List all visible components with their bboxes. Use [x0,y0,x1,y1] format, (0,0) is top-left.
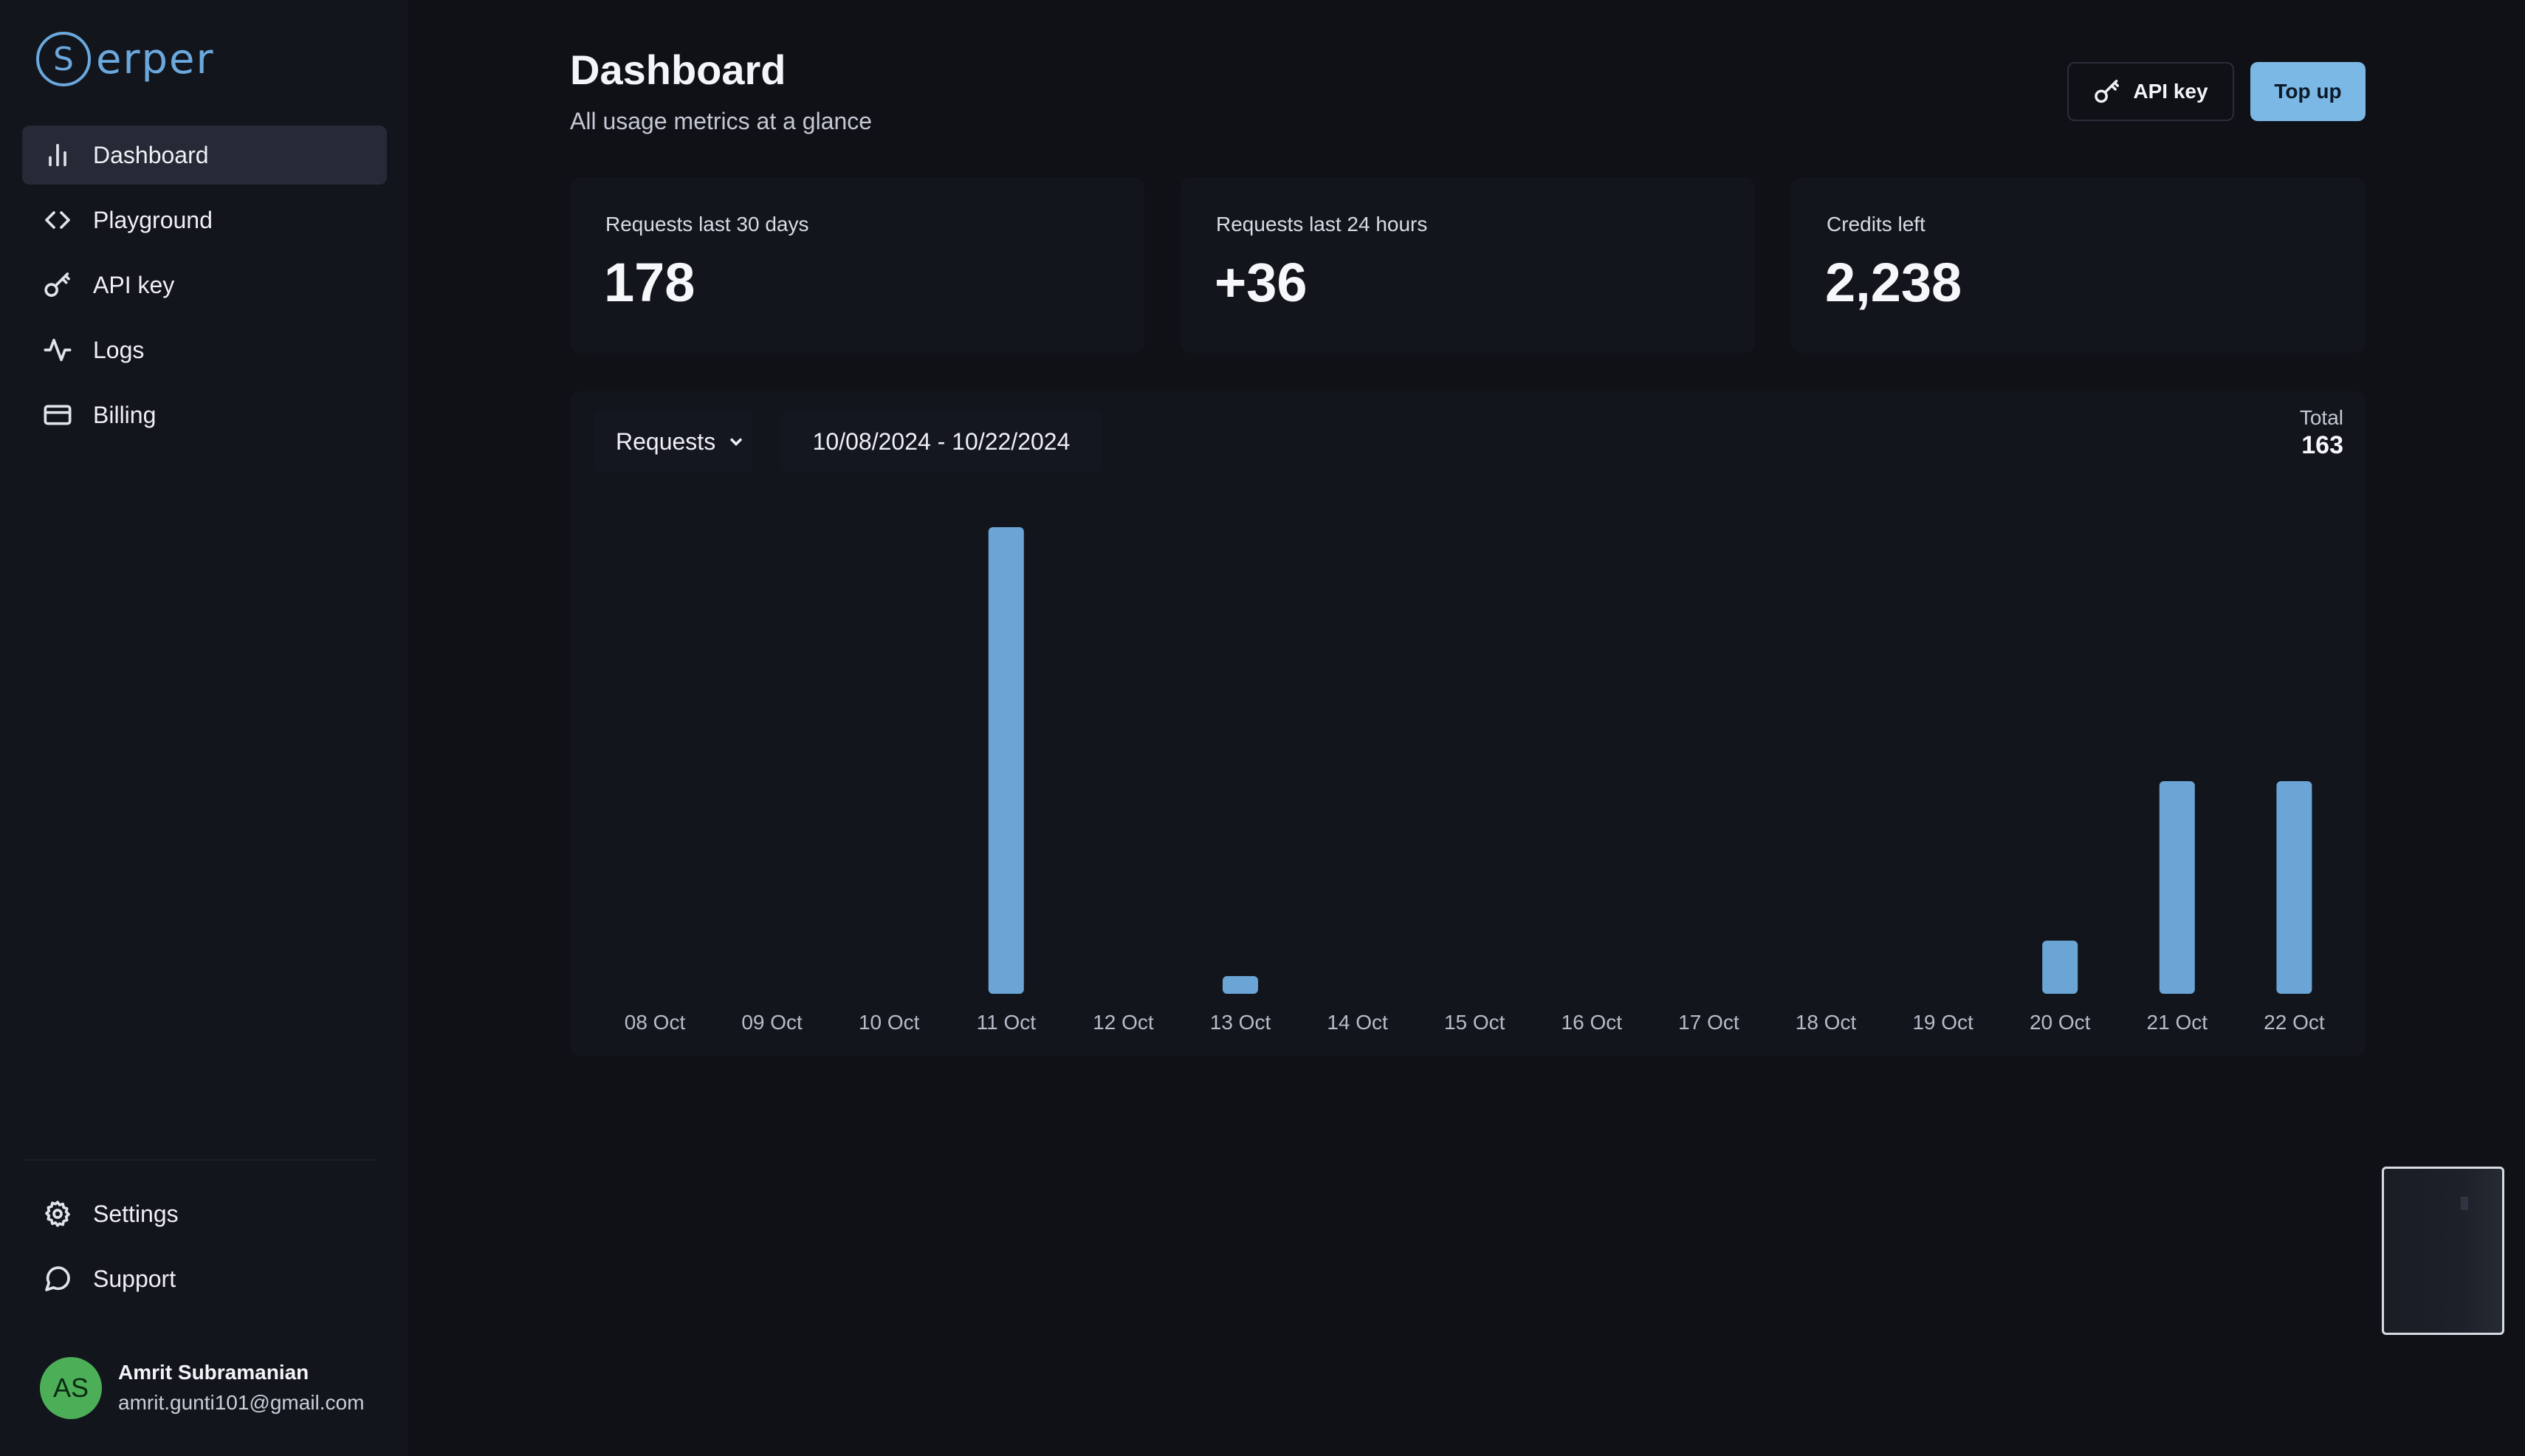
stat-label: Requests last 24 hours [1216,213,1428,236]
floating-preview-window[interactable] [2382,1167,2504,1335]
sidebar-item-label: Logs [93,336,145,363]
x-tick-label: 12 Oct [1093,1011,1154,1034]
logo-letter: S [53,41,74,78]
sidebar-divider [22,1159,377,1161]
top-up-button-label: Top up [2274,80,2342,103]
sidebar-item-label: Support [93,1265,176,1292]
api-key-button[interactable]: API key [2067,62,2234,121]
sidebar-item-label: Billing [93,401,157,428]
stat-label: Requests last 30 days [605,213,809,236]
sidebar-item-dashboard[interactable]: Dashboard [22,126,387,185]
sidebar-item-label: Playground [93,206,213,233]
stat-value: 178 [604,252,695,313]
x-tick-label: 08 Oct [625,1011,686,1034]
stat-value: +36 [1215,252,1308,313]
stat-card-requests-24h: Requests last 24 hours +36 [1181,177,1755,353]
serper-logo[interactable]: S erper [34,28,215,90]
chart-bar[interactable] [988,527,1024,994]
x-tick-label: 11 Oct [977,1011,1037,1034]
user-info: Amrit Subramanian amrit.gunti101@gmail.c… [118,1358,364,1418]
api-key-button-label: API key [2133,80,2208,103]
x-tick-label: 15 Oct [1444,1011,1505,1034]
x-tick-label: 18 Oct [1796,1011,1857,1034]
activity-icon [41,334,74,366]
x-tick-label: 19 Oct [1912,1011,1973,1034]
x-tick-label: 10 Oct [859,1011,920,1034]
sidebar-item-playground[interactable]: Playground [22,190,387,250]
top-up-button[interactable]: Top up [2250,62,2366,121]
x-tick-label: 13 Oct [1210,1011,1271,1034]
sidebar-nav: Dashboard Playground API key Logs Billin… [22,126,387,450]
gear-icon [41,1198,74,1230]
sidebar-item-api-key[interactable]: API key [22,255,387,315]
requests-bar-chart: 08 Oct 09 Oct 10 Oct 11 Oct 12 Oct 13 Oct 14 O… [625,527,2325,1034]
x-tick-label: 16 Oct [1562,1011,1623,1034]
user-profile[interactable]: AS Amrit Subramanian amrit.gunti101@gmai… [40,1357,364,1419]
logo-text: erper [96,35,215,83]
page-subtitle: All usage metrics at a glance [570,108,873,134]
stat-card-requests-30d: Requests last 30 days 178 [570,177,1144,353]
page-title: Dashboard [570,47,786,93]
sidebar-item-label: Dashboard [93,141,209,168]
stat-value: 2,238 [1825,252,1962,313]
x-tick-label: 22 Oct [2264,1011,2325,1034]
app-root: S erper Dashboard Playground API key Log… [0,0,2525,1456]
x-tick-label: 21 Oct [2147,1011,2208,1034]
sidebar-item-settings[interactable]: Settings [22,1184,387,1243]
usage-chart-card: Requests 10/08/2024 - 10/22/2024 Total 1… [570,391,2366,1056]
sidebar-item-label: API key [93,271,175,298]
sidebar-item-support[interactable]: Support [22,1249,387,1308]
code-icon [41,204,74,236]
bar-chart-icon [41,139,74,171]
chart-bar[interactable] [2276,781,2312,994]
sidebar-item-label: Settings [93,1200,179,1227]
x-tick-label: 14 Oct [1327,1011,1388,1034]
avatar: AS [40,1357,102,1419]
stat-label: Credits left [1827,213,1925,236]
sidebar: S erper Dashboard Playground API key Log… [0,0,408,1456]
x-tick-label: 17 Oct [1678,1011,1739,1034]
chart-bar[interactable] [2159,781,2195,994]
credit-card-icon [41,399,74,431]
sidebar-item-billing[interactable]: Billing [22,385,387,444]
serper-logo-icon: S [36,32,91,86]
stat-card-credits-left: Credits left 2,238 [1791,177,2366,353]
sidebar-item-logs[interactable]: Logs [22,320,387,380]
key-icon [41,269,74,301]
sidebar-bottom-nav: Settings Support [22,1184,387,1314]
key-icon [2095,80,2120,103]
x-tick-label: 09 Oct [741,1011,803,1034]
x-tick-label: 20 Oct [2030,1011,2091,1034]
chart-bar[interactable] [2042,941,2078,994]
chart-bar[interactable] [1223,976,1258,994]
user-email: amrit.gunti101@gmail.com [118,1391,365,1414]
chat-icon [41,1263,74,1295]
user-name: Amrit Subramanian [118,1361,309,1384]
